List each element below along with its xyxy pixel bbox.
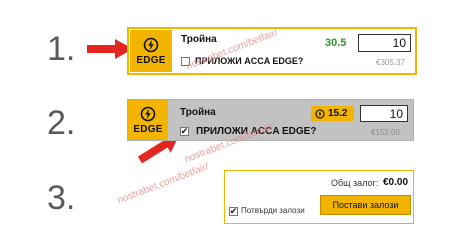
acca-edge-badge: EDGE [130, 30, 172, 72]
acca-edge-badge: EDGE [128, 100, 168, 140]
potential-return: €305.37 [376, 58, 405, 67]
edge-label: EDGE [133, 123, 163, 135]
odds-value: 15.2 [328, 108, 348, 119]
apply-acca-edge-checkbox[interactable]: ✔ [180, 127, 189, 136]
boosted-odds-badge: 15.2 [311, 106, 354, 121]
stake-input[interactable] [360, 105, 408, 122]
bet-slip-summary: Общ залог: €0.00 ✔ Потвърди залози Поста… [224, 170, 414, 224]
bet-type-label: Тройна [181, 34, 217, 45]
total-stake-value: €0.00 [383, 177, 409, 188]
confirm-bets-checkbox[interactable]: ✔ [229, 207, 238, 216]
watermark: nostrabet.com/betfair/ [116, 161, 211, 207]
step-number-2: 2. [47, 104, 76, 142]
potential-return: €152.00 [371, 128, 400, 137]
edge-label: EDGE [136, 54, 166, 66]
lightning-icon [140, 106, 156, 121]
acca-edge-bet-panel-checked: EDGE Тройна 15.2 ✔ ПРИЛОЖИ ACCA EDGE? €1… [127, 99, 414, 141]
step-number-1: 1. [47, 30, 76, 68]
stake-input[interactable] [358, 34, 411, 52]
total-stake-label: Общ залог: [331, 178, 379, 188]
lightning-icon [143, 37, 159, 52]
odds-value: 30.5 [325, 37, 347, 49]
bet-type-label: Тройна [180, 107, 216, 118]
lightning-icon [315, 108, 325, 119]
confirm-bets-label: Потвърди залози [241, 206, 305, 215]
place-bets-button[interactable]: Постави залози [320, 195, 411, 215]
step-number-3: 3. [47, 179, 76, 217]
